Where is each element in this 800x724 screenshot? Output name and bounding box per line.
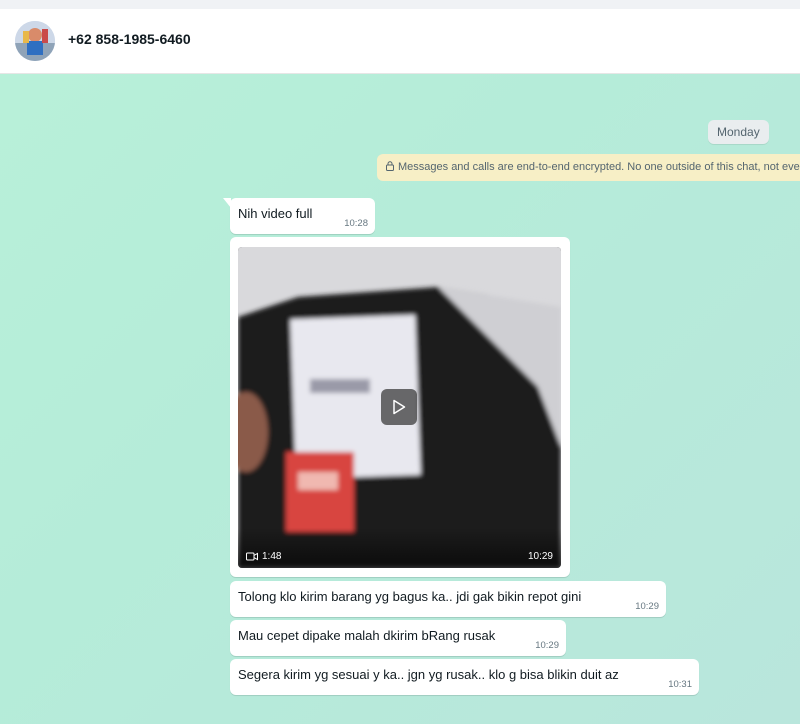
message-bubble[interactable]: Tolong klo kirim barang yg bagus ka.. jd… [230,581,666,617]
lock-icon [386,161,394,171]
message-time: 10:29 [535,640,559,651]
video-duration-text: 1:48 [262,551,282,562]
message-text: Tolong klo kirim barang yg bagus ka.. jd… [238,589,582,604]
message-bubble[interactable]: Segera kirim yg sesuai y ka.. jgn yg rus… [230,659,699,695]
message-time: 10:29 [635,601,659,612]
video-shade [238,528,561,568]
contact-avatar-icon [15,21,55,61]
play-button[interactable] [381,389,417,425]
message-bubble[interactable]: Mau cepet dipake malah dkirim bRang rusa… [230,620,566,656]
message-text: Mau cepet dipake malah dkirim bRang rusa… [238,628,496,643]
message-bubble[interactable]: Nih video full 10:28 [223,198,375,234]
chat-header: +62 858-1985-6460 [0,9,800,74]
bubble-tail [223,198,231,208]
avatar[interactable] [15,21,55,61]
message-text: Nih video full [238,206,313,221]
encryption-notice[interactable]: Messages and calls are end-to-end encryp… [377,154,800,181]
video-message-bubble[interactable]: 1:48 10:29 [230,237,570,577]
chat-pane: Monday Messages and calls are end-to-end… [0,74,800,724]
video-thumbnail[interactable]: 1:48 10:29 [238,247,561,568]
message-text: Segera kirim yg sesuai y ka.. jgn yg rus… [238,667,619,682]
video-duration: 1:48 [246,551,281,562]
play-icon [393,399,406,415]
encryption-notice-text: Messages and calls are end-to-end encryp… [398,161,800,173]
message-time: 10:28 [344,218,368,229]
date-separator: Monday [708,120,769,144]
contact-name[interactable]: +62 858-1985-6460 [68,31,191,47]
message-time: 10:29 [527,551,553,562]
video-camera-icon [246,552,258,561]
message-time: 10:31 [668,679,692,690]
